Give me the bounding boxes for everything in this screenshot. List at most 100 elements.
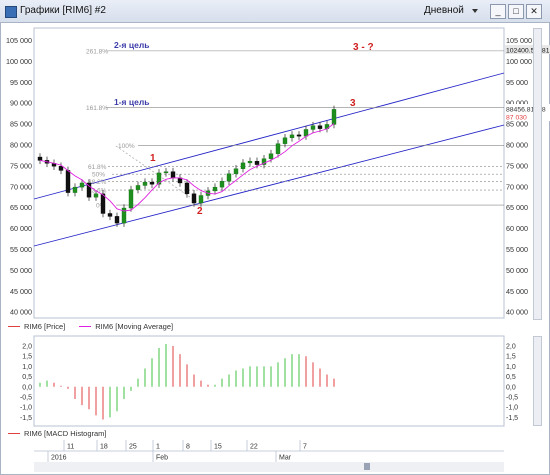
wave2-annotation: 2 [197,206,203,217]
price-legend-swatch [8,325,20,327]
y-tick-label-right: 95 000 [506,78,528,87]
candle-body [247,161,253,164]
month-label: Feb [156,455,168,462]
price-legend: RIM6 [Price] RIM6 [Moving Average] [8,320,187,332]
y-tick-label-left: 60 000 [10,224,32,233]
macd-legend-swatch [8,432,20,434]
y-tick-label-right: 55 000 [506,245,528,254]
legend-item-ma: RIM6 [Moving Average] [79,322,173,331]
close-button[interactable]: ✕ [526,4,542,19]
candle-body [331,109,337,125]
macd-y-tick-right: 0,0 [506,384,516,391]
day-label: 22 [250,444,258,451]
candle-body [163,171,169,174]
time-axis: 11 18 25 1 8 15 22 72016 Feb Mar [34,440,504,462]
y-tick-label-left: 95 000 [10,78,32,87]
legend-item-price: RIM6 [Price] [8,322,65,331]
macd-y-tick-left: 0,5 [22,374,32,381]
y-tick-label-right: 80 000 [506,141,528,150]
day-label: 11 [67,444,74,451]
candle-body [100,193,106,214]
candle-body [317,125,323,129]
candle-body [226,173,232,182]
wave1-annotation: 1 [150,153,156,164]
day-label: 18 [100,444,108,451]
period-selector[interactable]: Дневной [424,5,464,16]
candle-body [65,170,71,193]
target2-annotation: 2-я цель [114,40,149,50]
fib-level-label: 161.8% [86,105,108,112]
candle-body [289,134,295,139]
candle-body [37,156,43,161]
y-tick-label-right: 60 000 [506,224,528,233]
candle-body [275,143,281,154]
macd-y-tick-right: 0,5 [506,374,516,381]
candle-body [184,182,190,195]
y-tick-label-right: 100 000 [506,57,532,66]
y-tick-label-left: 50 000 [10,266,32,275]
candle-body [107,213,113,217]
price-chart[interactable]: 105 000 100 000 95 000 90 000 85 000 80 000 75… [0,22,550,320]
y-tick-label-left: 55 000 [10,245,32,254]
candle-body [219,181,225,188]
legend-label-ma: RIM6 [Moving Average] [95,321,174,331]
candle-body [58,166,64,171]
ma-value-label: 87 030 [506,115,527,122]
macd-y-tick-right: -1,0 [506,405,518,412]
legend-item-macd: RIM6 [MACD Histogram] [8,429,107,438]
day-label: 7 [303,444,307,451]
macd-y-tick-right: 1,5 [506,354,516,361]
target2-price-label: 102400.54481 [506,48,550,55]
y-tick-label-left: 40 000 [10,308,32,317]
chart-app-icon [5,6,17,18]
horizontal-scrollbar[interactable] [34,462,504,472]
y-tick-label-right: 50 000 [506,266,528,275]
candle-body [79,182,85,188]
macd-y-tick-left: 0,0 [22,384,32,391]
fib-level-label: 50% [92,172,105,179]
y-tick-label-left: 90 000 [10,99,32,108]
macd-y-tick-left: -1,0 [20,405,32,412]
y-tick-label-right: 70 000 [506,182,528,191]
y-tick-label-right: 75 000 [506,161,528,170]
target1-annotation: 1-я цель [114,97,149,107]
y-tick-label-left: 65 000 [10,203,32,212]
price-vertical-scrollbar[interactable] [533,28,542,320]
wave3-annotation: 3 [350,98,356,109]
fib-level-label: 261.8% [86,48,108,55]
fib-level-label: 61.8% [88,164,107,171]
ma-legend-swatch [79,325,92,327]
month-label: 2016 [51,455,67,462]
day-label: 15 [214,444,222,451]
candle-body [128,189,134,209]
macd-chart[interactable]: 2,0 2,0 1,5 1,5 1,0 1,0 0,5 0,5 0,0 0,0 -0,5 -0,5 -1… [0,334,550,428]
day-label: 25 [129,444,137,451]
macd-y-tick-left: 2,0 [22,344,32,351]
macd-y-tick-right: 2,0 [506,344,516,351]
chevron-down-icon[interactable] [472,9,478,13]
y-tick-label-right: 65 000 [506,203,528,212]
macd-plot-area [33,335,505,427]
y-tick-label-left: 85 000 [10,120,32,129]
macd-y-tick-right: -1,5 [506,415,518,422]
y-tick-label-right: 105 000 [506,36,532,45]
macd-y-tick-left: -0,5 [20,395,32,402]
y-tick-label-left: 105 000 [6,36,32,45]
y-tick-label-left: 80 000 [10,141,32,150]
candle-body [114,216,120,224]
day-label: 8 [186,444,190,451]
maximize-button[interactable]: □ [508,4,524,19]
candle-body [93,193,99,198]
window-title: Графики [RIM6] #2 [20,5,106,16]
candle-body [240,162,246,169]
candle-body [72,186,78,193]
minimize-button[interactable]: _ [490,4,506,19]
candle-body [170,171,176,179]
horizontal-scrollbar-thumb[interactable] [364,463,370,470]
candle-body [233,168,239,174]
macd-y-tick-right: -0,5 [506,395,518,402]
y-tick-label-left: 100 000 [6,57,32,66]
macd-vertical-scrollbar[interactable] [533,336,542,426]
candle-body [212,186,218,192]
candle-body [191,193,197,204]
